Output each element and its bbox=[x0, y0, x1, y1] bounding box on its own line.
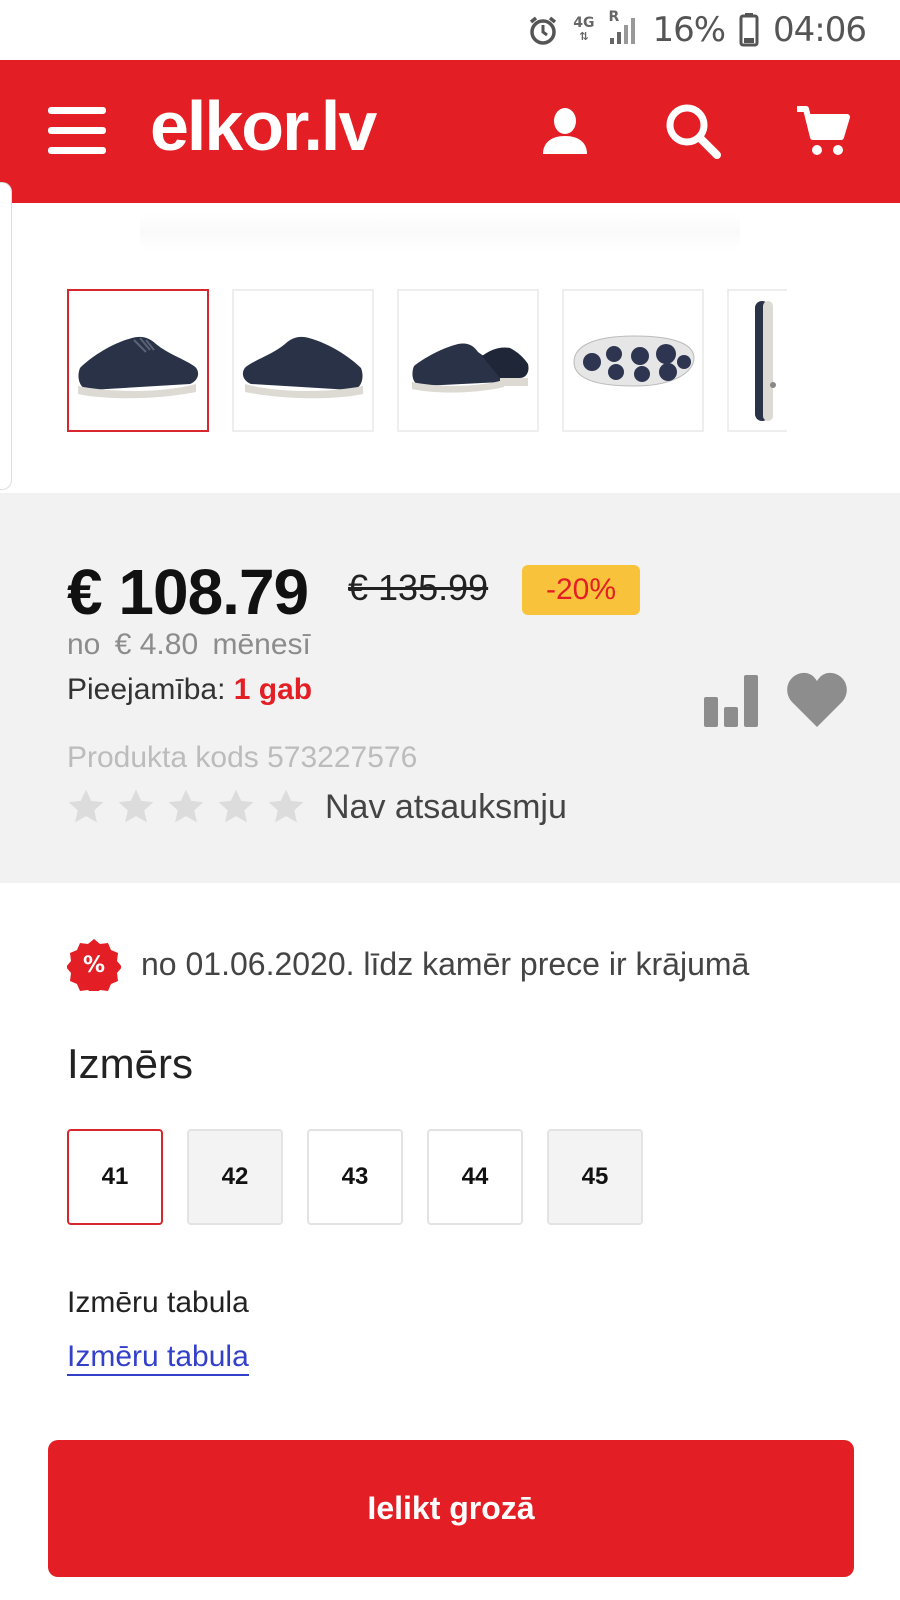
favorite-button[interactable] bbox=[786, 671, 848, 729]
site-header: elkor.lv bbox=[0, 60, 900, 203]
clock: 04:06 bbox=[773, 10, 867, 50]
current-price: € 108.79 bbox=[67, 556, 309, 628]
old-price: € 135.99 bbox=[348, 567, 489, 608]
percent-badge-icon: % bbox=[67, 939, 121, 991]
user-icon bbox=[543, 108, 587, 154]
monthly-payment: no € 4.80 mēnesī bbox=[67, 628, 311, 662]
battery-percent: 16% bbox=[652, 10, 726, 50]
star-icon bbox=[268, 789, 304, 823]
shoe-image bbox=[755, 301, 776, 421]
svg-text:%: % bbox=[83, 953, 105, 978]
compare-button[interactable] bbox=[702, 673, 762, 729]
status-bar: 4G ⇅ R 16% 04:06 bbox=[0, 0, 900, 60]
search-icon bbox=[666, 104, 721, 159]
main-image-bottom-edge bbox=[140, 212, 740, 252]
rating-stars[interactable]: Nav atsauksmju bbox=[67, 783, 567, 831]
account-button[interactable] bbox=[532, 98, 598, 164]
cart-button[interactable] bbox=[790, 98, 856, 164]
price-section: € 108.79 € 135.99 -20% no € 4.80 mēnesī … bbox=[0, 493, 900, 883]
shoe-image bbox=[78, 336, 199, 398]
shoe-image bbox=[573, 334, 695, 387]
promo-notice: % no 01.06.2020. līdz kamēr prece ir krā… bbox=[67, 936, 749, 992]
thumbnail-strip bbox=[67, 289, 787, 432]
size-option-42[interactable]: 42 bbox=[187, 1129, 283, 1225]
menu-icon-line bbox=[48, 147, 106, 154]
data-arrows-icon: ⇅ bbox=[579, 30, 589, 43]
availability-label: Pieejamība: bbox=[67, 673, 226, 706]
status-icons: 4G ⇅ R 16% 04:06 bbox=[527, 10, 867, 50]
add-to-cart-button[interactable]: Ielikt grozā bbox=[48, 1440, 854, 1577]
discount-badge: -20% bbox=[522, 565, 640, 615]
promo-text: no 01.06.2020. līdz kamēr prece ir krāju… bbox=[141, 945, 750, 982]
thumbnail-shoe-side-view[interactable] bbox=[67, 289, 209, 432]
monthly-suffix: mēnesī bbox=[212, 628, 311, 661]
shoe-image bbox=[242, 336, 363, 398]
thumbnail-shoe-side-view-2[interactable] bbox=[232, 289, 374, 432]
network-indicator: 4G ⇅ bbox=[573, 16, 594, 44]
signal-icon: R bbox=[608, 10, 638, 46]
star-icon bbox=[218, 789, 254, 823]
size-chart-link[interactable]: Izmēru tabula bbox=[67, 1340, 249, 1376]
network-type: 4G bbox=[573, 15, 595, 31]
size-selector: 41 42 43 44 45 bbox=[67, 1129, 643, 1225]
availability: Pieejamība: 1 gab bbox=[67, 673, 312, 707]
side-drawer-handle[interactable] bbox=[0, 182, 12, 490]
menu-icon-line bbox=[48, 127, 106, 134]
thumbnail-shoe-pair-view[interactable] bbox=[397, 289, 539, 432]
alarm-icon bbox=[527, 14, 559, 46]
monthly-amount: € 4.80 bbox=[114, 628, 199, 661]
menu-icon bbox=[48, 107, 106, 114]
size-title: Izmērs bbox=[67, 1040, 193, 1087]
star-icon bbox=[68, 789, 104, 823]
battery-icon bbox=[739, 13, 759, 47]
size-option-43[interactable]: 43 bbox=[307, 1129, 403, 1225]
size-option-44[interactable]: 44 bbox=[427, 1129, 523, 1225]
heart-icon bbox=[787, 672, 847, 727]
compare-icon bbox=[704, 675, 758, 727]
cart-icon bbox=[797, 106, 850, 155]
thumbnail-shoe-back-view[interactable] bbox=[727, 289, 787, 432]
shoe-image bbox=[412, 342, 529, 393]
product-code: Produkta kods 573227576 bbox=[67, 741, 418, 774]
thumbnail-shoe-sole-view[interactable] bbox=[562, 289, 704, 432]
monthly-prefix: no bbox=[67, 628, 101, 661]
size-option-45[interactable]: 45 bbox=[547, 1129, 643, 1225]
roaming-indicator: R bbox=[608, 9, 620, 25]
star-icon bbox=[168, 789, 204, 823]
menu-button[interactable] bbox=[48, 107, 106, 155]
reviews-text[interactable]: Nav atsauksmju bbox=[325, 788, 567, 827]
size-option-41[interactable]: 41 bbox=[67, 1129, 163, 1225]
size-chart-label: Izmēru tabula bbox=[67, 1286, 249, 1319]
star-icon bbox=[118, 789, 154, 823]
search-button[interactable] bbox=[660, 98, 726, 164]
availability-quantity: 1 gab bbox=[233, 673, 313, 706]
site-logo[interactable]: elkor.lv bbox=[150, 86, 377, 166]
